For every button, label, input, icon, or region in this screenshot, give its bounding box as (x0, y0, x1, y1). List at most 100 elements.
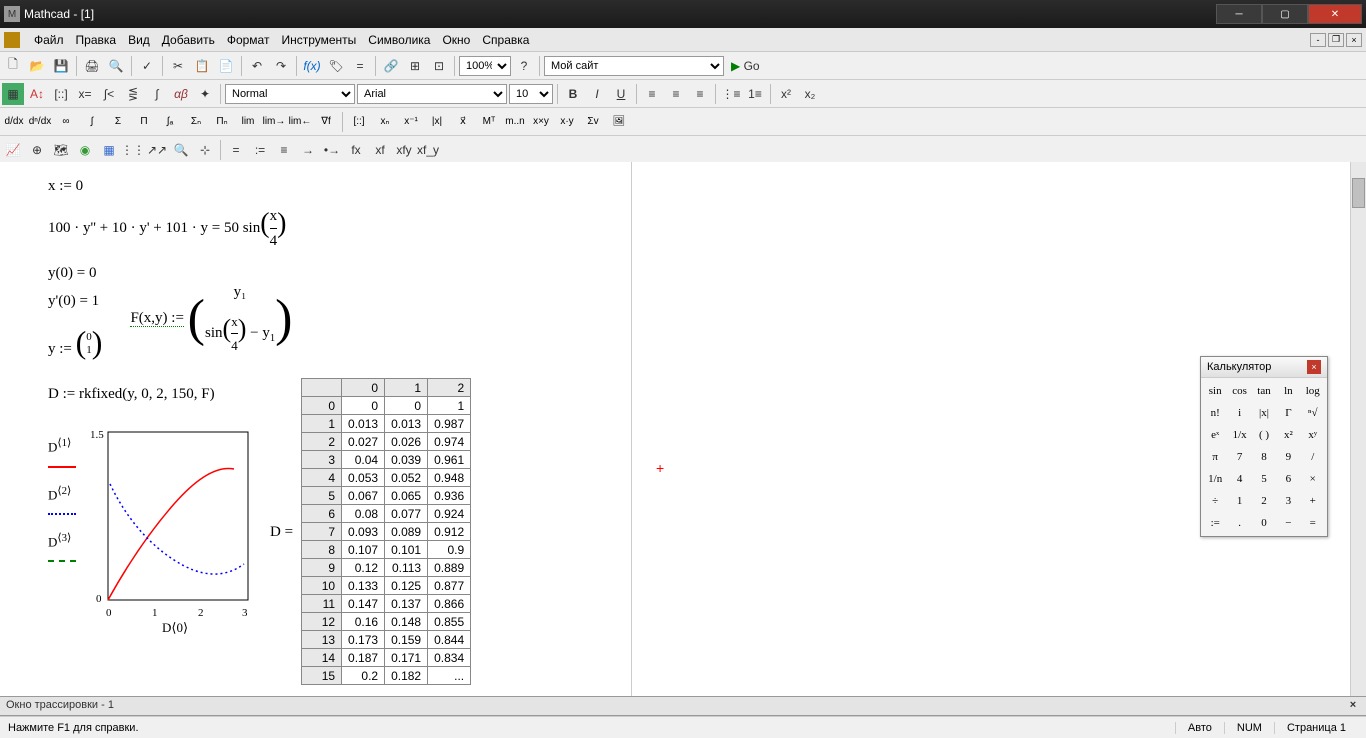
calc-key[interactable]: ( ) (1252, 424, 1276, 446)
calc-key[interactable]: i (1227, 402, 1251, 424)
lim-icon[interactable]: lim (236, 111, 260, 133)
eq-diff[interactable]: 100 · y'' + 10 · y' + 101 · y = 50 sin(x… (48, 202, 623, 253)
calc-close-icon[interactable]: × (1307, 360, 1321, 374)
palette4-icon[interactable]: x= (74, 83, 96, 105)
calculator-palette[interactable]: Калькулятор × sincostanlnlogn!i|x|Γⁿ√eˣ1… (1200, 356, 1328, 537)
align-center-icon[interactable]: ≡ (665, 83, 687, 105)
redo-icon[interactable]: ↷ (270, 55, 292, 77)
trace-icon[interactable]: ⊹ (194, 139, 216, 161)
calc-key[interactable]: eˣ (1203, 424, 1227, 446)
menu-tools[interactable]: Инструменты (275, 31, 362, 49)
italic-icon[interactable]: I (586, 83, 608, 105)
copy-icon[interactable]: 📋 (191, 55, 213, 77)
calc-key[interactable]: := (1203, 512, 1227, 534)
menu-symbolics[interactable]: Символика (362, 31, 436, 49)
3dbar-icon[interactable]: ▦ (98, 139, 120, 161)
calc-key[interactable]: 1/x (1227, 424, 1251, 446)
minimize-button[interactable]: ─ (1216, 4, 1262, 24)
calc-key[interactable]: Γ (1276, 402, 1300, 424)
mdi-close[interactable]: × (1346, 33, 1362, 47)
abs-icon[interactable]: |x| (425, 111, 449, 133)
palette1-icon[interactable]: ▦ (2, 83, 24, 105)
fx1-icon[interactable]: fx (345, 139, 367, 161)
calc-key[interactable]: + (1301, 490, 1325, 512)
save-icon[interactable]: 💾 (50, 55, 72, 77)
align-right-icon[interactable]: ≡ (689, 83, 711, 105)
go-button[interactable]: ▶ Go (726, 55, 765, 77)
undo-icon[interactable]: ↶ (246, 55, 268, 77)
palette3-icon[interactable]: [::] (50, 83, 72, 105)
calc-key[interactable]: tan (1252, 380, 1276, 402)
eq-D[interactable]: D = (270, 520, 293, 544)
mdi-restore[interactable]: ❐ (1328, 33, 1344, 47)
deriv-icon[interactable]: d/dx (2, 111, 26, 133)
eq-x[interactable]: x := 0 (48, 174, 623, 198)
calc-key[interactable]: 0 (1252, 512, 1276, 534)
calc-key[interactable]: 1 (1227, 490, 1251, 512)
sumv-icon[interactable]: Σv (581, 111, 605, 133)
font-select[interactable]: Arial (357, 84, 507, 104)
menu-file[interactable]: Файл (28, 31, 70, 49)
arrow-icon[interactable]: → (297, 139, 319, 161)
underline-icon[interactable]: U (610, 83, 632, 105)
cut-icon[interactable]: ✂ (167, 55, 189, 77)
xf-icon[interactable]: xf (369, 139, 391, 161)
int-icon[interactable]: ∫ (80, 111, 104, 133)
calc-icon[interactable]: = (349, 55, 371, 77)
mdi-min[interactable]: - (1310, 33, 1326, 47)
zoom-icon[interactable]: 🔍 (170, 139, 192, 161)
maximize-button[interactable]: ▢ (1262, 4, 1308, 24)
bullets-icon[interactable]: ⋮≡ (720, 83, 742, 105)
align-left-icon[interactable]: ≡ (641, 83, 663, 105)
sum-icon[interactable]: Σ (106, 111, 130, 133)
palette9-icon[interactable]: ✦ (194, 83, 216, 105)
eqeq-icon[interactable]: ≡ (273, 139, 295, 161)
calc-key[interactable]: 6 (1276, 468, 1300, 490)
deriv2-icon[interactable]: dⁿ/dx (28, 111, 52, 133)
calc-key[interactable]: − (1276, 512, 1300, 534)
super-icon[interactable]: x² (775, 83, 797, 105)
calc-key[interactable]: xʸ (1301, 424, 1325, 446)
cross-icon[interactable]: x×y (529, 111, 553, 133)
calc-header[interactable]: Калькулятор × (1201, 357, 1327, 378)
eq-rkfixed[interactable]: D := rkfixed(y, 0, 2, 150, F) (48, 382, 254, 406)
prodb-icon[interactable]: Πₙ (210, 111, 234, 133)
palette6-icon[interactable]: ⋚ (122, 83, 144, 105)
assign-icon[interactable]: := (249, 139, 271, 161)
ref-icon[interactable]: ⊡ (428, 55, 450, 77)
preview-icon[interactable]: 🔍 (105, 55, 127, 77)
print-icon[interactable]: 🖨 (81, 55, 103, 77)
polar-icon[interactable]: ⊕ (26, 139, 48, 161)
sumb-icon[interactable]: Σₙ (184, 111, 208, 133)
xn-icon[interactable]: xₙ (373, 111, 397, 133)
grad-icon[interactable]: ∇f (314, 111, 338, 133)
xfy2-icon[interactable]: xf_y (417, 139, 439, 161)
calc-key[interactable]: |x| (1252, 402, 1276, 424)
range-icon[interactable]: m..n (503, 111, 527, 133)
numbers-icon[interactable]: 1≡ (744, 83, 766, 105)
style-select[interactable]: Normal (225, 84, 355, 104)
calc-key[interactable]: π (1203, 446, 1227, 468)
inf-icon[interactable]: ∞ (54, 111, 78, 133)
open-icon[interactable]: 📂 (26, 55, 48, 77)
menu-edit[interactable]: Правка (70, 31, 123, 49)
new-icon[interactable]: 🗋 (2, 55, 24, 77)
calc-key[interactable]: = (1301, 512, 1325, 534)
intb-icon[interactable]: ∫ₐ (158, 111, 182, 133)
prod-icon[interactable]: Π (132, 111, 156, 133)
palette7-icon[interactable]: ∫ (146, 83, 168, 105)
pic-icon[interactable]: 🖼 (607, 111, 631, 133)
palette2-icon[interactable]: A↕ (26, 83, 48, 105)
contour-icon[interactable]: ◉ (74, 139, 96, 161)
vertical-scrollbar[interactable] (1350, 162, 1366, 696)
calc-key[interactable]: 7 (1227, 446, 1251, 468)
calc-key[interactable]: 2 (1252, 490, 1276, 512)
vecfield-icon[interactable]: ↗↗ (146, 139, 168, 161)
unit-icon[interactable]: 🏷 (325, 55, 347, 77)
calc-key[interactable]: 1/n (1203, 468, 1227, 490)
arrow2-icon[interactable]: •→ (321, 139, 343, 161)
calc-key[interactable]: 4 (1227, 468, 1251, 490)
calc-key[interactable]: cos (1227, 380, 1251, 402)
eq-icon[interactable]: = (225, 139, 247, 161)
matrix-icon[interactable]: [::] (347, 111, 371, 133)
